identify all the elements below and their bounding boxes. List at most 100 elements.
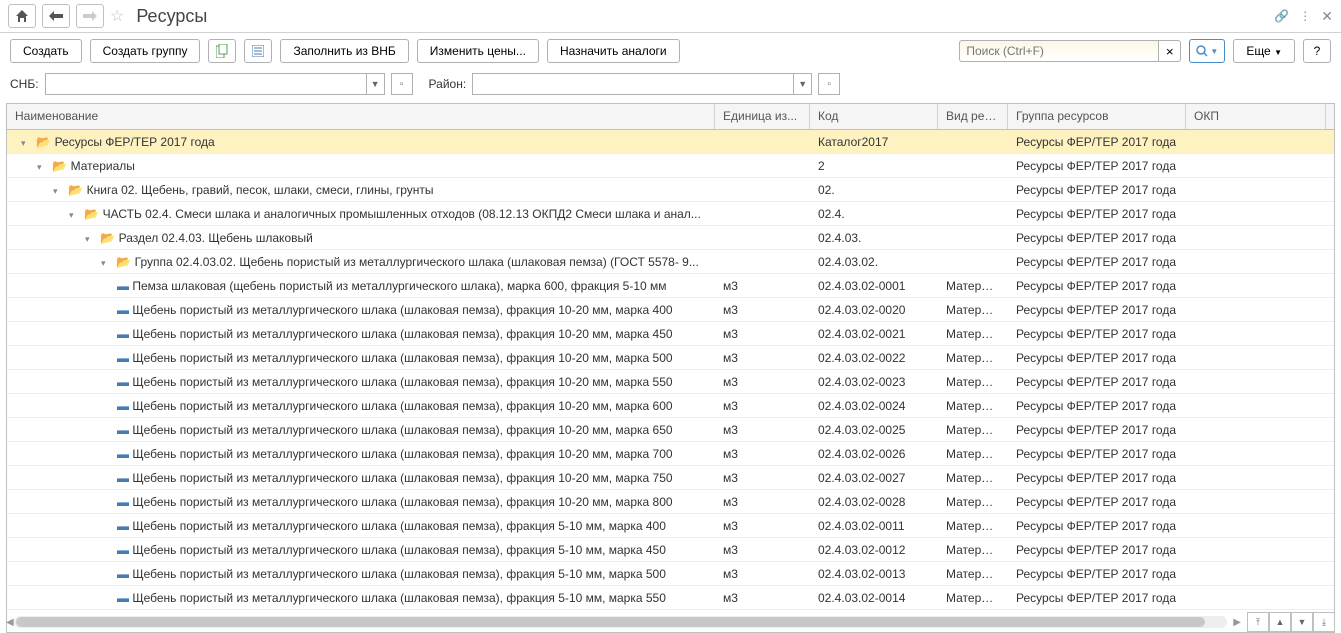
row-group: Ресурсы ФЕР/ТЕР 2017 года bbox=[1008, 348, 1186, 368]
fill-button[interactable]: Заполнить из ВНБ bbox=[280, 39, 408, 63]
table-row[interactable]: ▾ 📂 Группа 02.4.03.02. Щебень пористый и… bbox=[7, 250, 1334, 274]
region-input[interactable] bbox=[473, 74, 793, 94]
table-row[interactable]: ▬ Щебень пористый из металлургического ш… bbox=[7, 346, 1334, 370]
table-row[interactable]: ▬ Щебень пористый из металлургического ш… bbox=[7, 298, 1334, 322]
table-row[interactable]: ▬ Щебень пористый из металлургического ш… bbox=[7, 586, 1334, 610]
row-unit bbox=[715, 163, 810, 169]
snb-input[interactable] bbox=[46, 74, 366, 94]
search-input[interactable] bbox=[959, 40, 1159, 62]
region-dropdown[interactable]: ▼ bbox=[793, 74, 811, 94]
nav-up-button[interactable]: ▲ bbox=[1269, 612, 1291, 632]
table-row[interactable]: ▬ Щебень пористый из металлургического ш… bbox=[7, 514, 1334, 538]
table-row[interactable]: ▬ Щебень пористый из металлургического ш… bbox=[7, 394, 1334, 418]
analogs-button[interactable]: Назначить аналоги bbox=[547, 39, 680, 63]
grid-body[interactable]: ▾ 📂 Ресурсы ФЕР/ТЕР 2017 годаКаталог2017… bbox=[7, 130, 1334, 620]
snb-open-button[interactable]: ▫ bbox=[391, 73, 413, 95]
item-icon: ▬ bbox=[117, 279, 129, 293]
row-okp bbox=[1186, 595, 1326, 601]
close-icon[interactable]: ✕ bbox=[1321, 8, 1333, 25]
top-right-controls: 🔗 ⋮ ✕ bbox=[1274, 8, 1333, 25]
table-row[interactable]: ▬ Щебень пористый из металлургического ш… bbox=[7, 322, 1334, 346]
col-okp[interactable]: ОКП bbox=[1186, 104, 1326, 129]
col-unit[interactable]: Единица из... bbox=[715, 104, 810, 129]
row-code: 02.4.03.02-0014 bbox=[810, 588, 938, 608]
row-code: 02.4.03.02-0026 bbox=[810, 444, 938, 464]
row-type bbox=[938, 163, 1008, 169]
help-button[interactable]: ? bbox=[1303, 39, 1331, 63]
row-code: 02.4.03.02-0028 bbox=[810, 492, 938, 512]
row-name: Группа 02.4.03.02. Щебень пористый из ме… bbox=[135, 255, 699, 269]
row-code: 02.4.03.02-0027 bbox=[810, 468, 938, 488]
table-row[interactable]: ▬ Щебень пористый из металлургического ш… bbox=[7, 418, 1334, 442]
table-row[interactable]: ▬ Щебень пористый из металлургического ш… bbox=[7, 466, 1334, 490]
row-code: 02.4.03.02-0012 bbox=[810, 540, 938, 560]
table-row[interactable]: ▬ Щебень пористый из металлургического ш… bbox=[7, 370, 1334, 394]
table-row[interactable]: ▾ 📂 ЧАСТЬ 02.4. Смеси шлака и аналогичны… bbox=[7, 202, 1334, 226]
copy-button[interactable] bbox=[208, 39, 236, 63]
tree-toggle-icon[interactable]: ▾ bbox=[69, 210, 81, 221]
row-okp bbox=[1186, 499, 1326, 505]
table-row[interactable]: ▬ Щебень пористый из металлургического ш… bbox=[7, 442, 1334, 466]
row-type: Материа... bbox=[938, 300, 1008, 320]
more-button[interactable]: Еще ▼ bbox=[1233, 39, 1295, 63]
tree-toggle-icon[interactable]: ▾ bbox=[85, 234, 97, 245]
row-okp bbox=[1186, 187, 1326, 193]
table-row[interactable]: ▬ Щебень пористый из металлургического ш… bbox=[7, 490, 1334, 514]
table-row[interactable]: ▬ Пемза шлаковая (щебень пористый из мет… bbox=[7, 274, 1334, 298]
table-row[interactable]: ▬ Щебень пористый из металлургического ш… bbox=[7, 562, 1334, 586]
home-icon bbox=[15, 9, 29, 23]
table-row[interactable]: ▾ 📂 Ресурсы ФЕР/ТЕР 2017 годаКаталог2017… bbox=[7, 130, 1334, 154]
table-row[interactable]: ▾ 📂 Материалы2Ресурсы ФЕР/ТЕР 2017 года bbox=[7, 154, 1334, 178]
row-unit: м3 bbox=[715, 444, 810, 464]
row-group: Ресурсы ФЕР/ТЕР 2017 года bbox=[1008, 396, 1186, 416]
nav-top-button[interactable]: ⤒ bbox=[1247, 612, 1269, 632]
row-code: 02.4.03.02-0022 bbox=[810, 348, 938, 368]
tree-toggle-icon[interactable]: ▾ bbox=[101, 258, 113, 269]
row-okp bbox=[1186, 571, 1326, 577]
list-button[interactable] bbox=[244, 39, 272, 63]
col-type[interactable]: Вид ресу... bbox=[938, 104, 1008, 129]
create-button[interactable]: Создать bbox=[10, 39, 82, 63]
folder-icon: 📂 bbox=[100, 231, 115, 245]
favorite-icon[interactable]: ☆ bbox=[110, 6, 124, 26]
region-open-button[interactable]: ▫ bbox=[818, 73, 840, 95]
search-box: × bbox=[959, 40, 1181, 62]
table-row[interactable]: ▾ 📂 Раздел 02.4.03. Щебень шлаковый02.4.… bbox=[7, 226, 1334, 250]
horizontal-scrollbar[interactable] bbox=[14, 616, 1228, 628]
row-type: Материа... bbox=[938, 276, 1008, 296]
search-button[interactable]: ▼ bbox=[1189, 39, 1225, 63]
tree-toggle-icon[interactable]: ▾ bbox=[21, 138, 33, 149]
back-button[interactable] bbox=[42, 4, 70, 28]
item-icon: ▬ bbox=[117, 399, 129, 413]
row-okp bbox=[1186, 235, 1326, 241]
change-prices-button[interactable]: Изменить цены... bbox=[417, 39, 539, 63]
row-name: Щебень пористый из металлургического шла… bbox=[132, 471, 672, 485]
row-group: Ресурсы ФЕР/ТЕР 2017 года bbox=[1008, 252, 1186, 272]
item-icon: ▬ bbox=[117, 303, 129, 317]
row-code: 02.4.03.02-0011 bbox=[810, 516, 938, 536]
col-code[interactable]: Код bbox=[810, 104, 938, 129]
row-code: 2 bbox=[810, 156, 938, 176]
top-bar: ☆ Ресурсы 🔗 ⋮ ✕ bbox=[0, 0, 1341, 33]
search-clear-button[interactable]: × bbox=[1159, 40, 1181, 62]
forward-button[interactable] bbox=[76, 4, 104, 28]
home-button[interactable] bbox=[8, 4, 36, 28]
row-group: Ресурсы ФЕР/ТЕР 2017 года bbox=[1008, 228, 1186, 248]
tree-toggle-icon[interactable]: ▾ bbox=[37, 162, 49, 173]
folder-icon: 📂 bbox=[84, 207, 99, 221]
create-group-button[interactable]: Создать группу bbox=[90, 39, 201, 63]
col-name[interactable]: Наименование bbox=[7, 104, 715, 129]
table-row[interactable]: ▾ 📂 Книга 02. Щебень, гравий, песок, шла… bbox=[7, 178, 1334, 202]
tree-toggle-icon[interactable]: ▾ bbox=[53, 186, 65, 197]
item-icon: ▬ bbox=[117, 543, 129, 557]
snb-dropdown[interactable]: ▼ bbox=[366, 74, 384, 94]
nav-bottom-button[interactable]: ⤓ bbox=[1313, 612, 1335, 632]
col-group[interactable]: Группа ресурсов bbox=[1008, 104, 1186, 129]
link-icon[interactable]: 🔗 bbox=[1274, 9, 1289, 23]
nav-down-button[interactable]: ▼ bbox=[1291, 612, 1313, 632]
row-unit: м3 bbox=[715, 420, 810, 440]
table-row[interactable]: ▬ Щебень пористый из металлургического ш… bbox=[7, 538, 1334, 562]
scroll-right-icon[interactable]: ▶ bbox=[1233, 617, 1241, 628]
scroll-left-icon[interactable]: ◀ bbox=[6, 617, 14, 628]
menu-icon[interactable]: ⋮ bbox=[1299, 9, 1311, 23]
